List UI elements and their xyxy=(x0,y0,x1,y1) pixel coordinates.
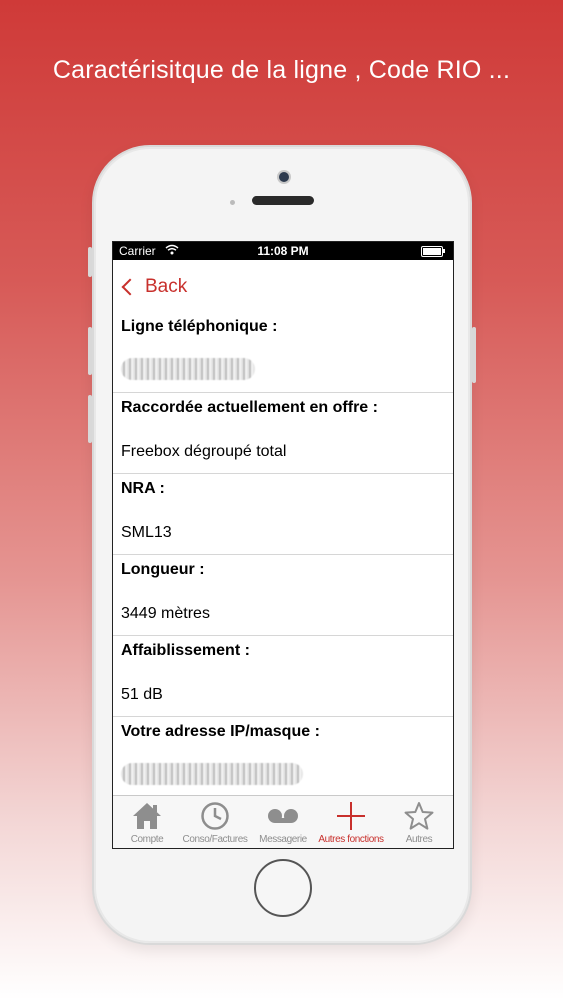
tab-label: Messagerie xyxy=(259,834,307,845)
tab-label: Conso/Factures xyxy=(182,834,248,845)
section-nra: NRA : SML13 xyxy=(113,474,453,555)
redacted-phone-number xyxy=(121,358,255,380)
clock-icon xyxy=(199,801,231,836)
section-label: Affaiblissement : xyxy=(121,642,250,659)
phone-frame: Carrier 11:08 PM Back Ligne téléphonique… xyxy=(88,145,476,945)
section-label: NRA : xyxy=(121,480,165,497)
redacted-ip-address xyxy=(121,763,303,785)
section-label: Votre adresse IP/masque : xyxy=(121,723,320,740)
tab-bar: Compte Conso/Factures Messagerie Autres … xyxy=(113,795,453,848)
tab-compte[interactable]: Compte xyxy=(113,796,181,848)
navigation-bar: Back xyxy=(113,260,453,312)
section-offre: Raccordée actuellement en offre : Freebo… xyxy=(113,393,453,474)
silent-switch xyxy=(88,247,92,277)
section-value: 3449 mètres xyxy=(121,605,210,622)
volume-up-button xyxy=(88,327,92,375)
battery-icon xyxy=(421,246,445,257)
home-button xyxy=(254,859,312,917)
section-label: Ligne téléphonique : xyxy=(121,318,278,335)
section-label: Longueur : xyxy=(121,561,205,578)
tab-messagerie[interactable]: Messagerie xyxy=(249,796,317,848)
section-longueur: Longueur : 3449 mètres xyxy=(113,555,453,636)
voicemail-icon xyxy=(265,801,301,836)
status-bar: Carrier 11:08 PM xyxy=(113,242,453,260)
line-info-list: Ligne téléphonique : Raccordée actuellem… xyxy=(113,312,453,797)
plus-icon xyxy=(335,801,367,836)
section-value: 51 dB xyxy=(121,686,163,703)
app-screen: Carrier 11:08 PM Back Ligne téléphonique… xyxy=(112,241,454,849)
back-button[interactable]: Back xyxy=(121,276,187,298)
volume-down-button xyxy=(88,395,92,443)
section-affaiblissement: Affaiblissement : 51 dB xyxy=(113,636,453,717)
section-ligne-telephonique: Ligne téléphonique : xyxy=(113,312,453,393)
home-icon xyxy=(131,801,163,836)
tab-autres-fonctions[interactable]: Autres fonctions xyxy=(317,796,385,848)
section-adresse-ip: Votre adresse IP/masque : xyxy=(113,717,453,797)
back-label: Back xyxy=(145,276,188,297)
section-value: Freebox dégroupé total xyxy=(121,443,287,460)
promo-headline: Caractérisitque de la ligne , Code RIO .… xyxy=(52,56,511,84)
star-icon xyxy=(403,801,435,836)
proximity-sensor xyxy=(230,200,235,205)
tab-label: Autres fonctions xyxy=(318,834,384,845)
tab-label: Compte xyxy=(130,834,164,845)
power-button xyxy=(472,327,476,383)
chevron-left-icon xyxy=(121,278,139,296)
tab-conso-factures[interactable]: Conso/Factures xyxy=(181,796,249,848)
section-value: SML13 xyxy=(121,524,172,541)
section-label: Raccordée actuellement en offre : xyxy=(121,399,378,416)
earpiece-speaker xyxy=(252,196,314,205)
status-time: 11:08 PM xyxy=(257,244,309,258)
front-camera xyxy=(279,172,289,182)
tab-label: Autres xyxy=(405,834,433,845)
tab-autres[interactable]: Autres xyxy=(385,796,453,848)
